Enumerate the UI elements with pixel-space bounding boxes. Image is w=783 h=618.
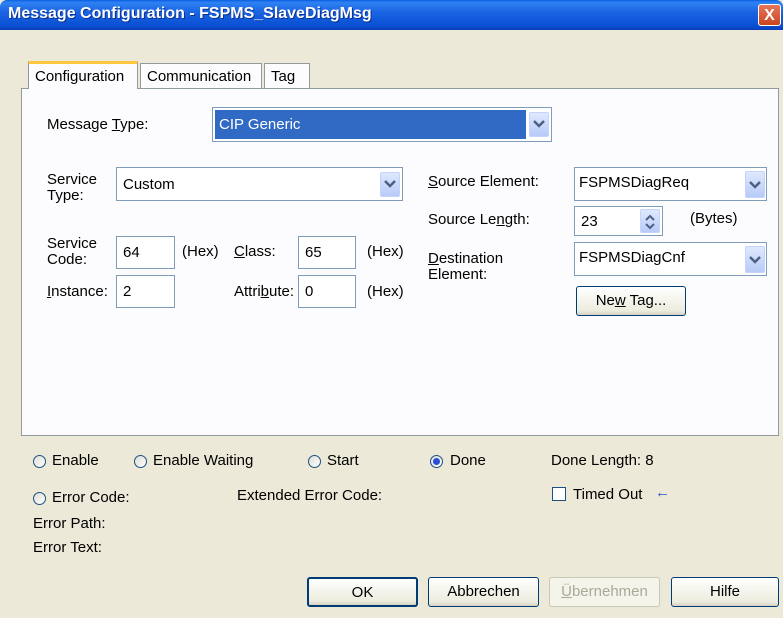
title-bar: Message Configuration - FSPMS_SlaveDiagM… — [0, 0, 783, 30]
tab-configuration-label: Configuration — [35, 68, 125, 85]
new-tag-button[interactable]: New Tag... — [576, 286, 686, 316]
service-type-select[interactable]: Custom — [116, 167, 403, 201]
source-length-value: 23 — [581, 213, 598, 230]
service-code-input[interactable]: 64 — [116, 236, 175, 269]
class-label: Class: — [234, 243, 276, 260]
apply-button[interactable]: Übernehmen — [549, 577, 660, 607]
tab-configuration[interactable]: Configuration — [28, 61, 138, 89]
timed-out-checkbox[interactable] — [552, 487, 566, 501]
source-element-label: Source Element: — [428, 173, 539, 190]
service-code-label: Service Code: — [47, 235, 98, 268]
tab-tag[interactable]: Tag — [264, 63, 310, 89]
ok-button[interactable]: OK — [307, 577, 418, 607]
cancel-button[interactable]: Abbrechen — [428, 577, 539, 607]
instance-input[interactable]: 2 — [116, 275, 175, 308]
message-type-select[interactable]: CIP Generic — [212, 107, 552, 142]
extended-error-code-label: Extended Error Code: — [237, 487, 383, 504]
start-radio[interactable] — [308, 455, 321, 468]
class-input[interactable]: 65 — [298, 236, 356, 269]
chevron-down-icon[interactable] — [380, 172, 400, 197]
class-unit: (Hex) — [367, 243, 404, 260]
done-length: Done Length: 8 — [551, 452, 654, 469]
error-code-radio[interactable] — [33, 492, 46, 505]
close-icon: X — [764, 7, 775, 24]
source-element-select[interactable]: FSPMSDiagReq — [574, 167, 767, 201]
destination-element-select[interactable]: FSPMSDiagCnf — [574, 242, 767, 276]
done-label: Done — [450, 452, 486, 469]
attribute-input[interactable]: 0 — [298, 275, 356, 308]
chevron-down-icon[interactable] — [529, 112, 549, 137]
message-type-value: CIP Generic — [219, 116, 301, 133]
instance-label: Instance: — [47, 283, 108, 300]
service-code-unit: (Hex) — [182, 243, 219, 260]
chevron-down-icon[interactable] — [745, 246, 765, 273]
error-path-label: Error Path: — [33, 515, 106, 532]
destination-element-value: FSPMSDiagCnf — [579, 249, 685, 266]
enable-radio[interactable] — [33, 455, 46, 468]
error-code-label: Error Code: — [52, 489, 130, 506]
enable-waiting-label: Enable Waiting — [153, 452, 254, 469]
chevron-down-icon[interactable] — [745, 171, 765, 198]
service-type-value: Custom — [123, 176, 175, 193]
service-type-label: Service Type: — [47, 171, 98, 204]
message-type-label: Message Type: — [47, 116, 149, 133]
close-button[interactable]: X — [758, 4, 781, 26]
attribute-label: Attribute: — [234, 283, 295, 300]
spinner-updown-icon[interactable] — [640, 209, 660, 233]
enable-waiting-radio[interactable] — [134, 455, 147, 468]
help-button[interactable]: Hilfe — [671, 577, 779, 607]
timed-out-label: Timed Out — [573, 486, 643, 503]
tab-communication[interactable]: Communication — [140, 63, 262, 89]
enable-label: Enable — [52, 452, 99, 469]
start-label: Start — [327, 452, 359, 469]
source-length-spinner[interactable]: 23 — [574, 206, 663, 236]
tab-tag-label: Tag — [271, 68, 296, 85]
source-length-label: Source Length: — [428, 211, 530, 228]
done-radio-dot — [433, 458, 440, 465]
attribute-unit: (Hex) — [367, 283, 404, 300]
window-title: Message Configuration - FSPMS_SlaveDiagM… — [8, 5, 372, 22]
destination-element-label: Destination Element: — [428, 250, 504, 283]
tab-communication-label: Communication — [147, 68, 252, 85]
done-radio[interactable] — [430, 455, 443, 468]
source-length-unit: (Bytes) — [690, 210, 738, 227]
left-arrow-icon: ← — [655, 484, 670, 501]
error-text-label: Error Text: — [33, 539, 102, 556]
source-element-value: FSPMSDiagReq — [579, 174, 690, 191]
